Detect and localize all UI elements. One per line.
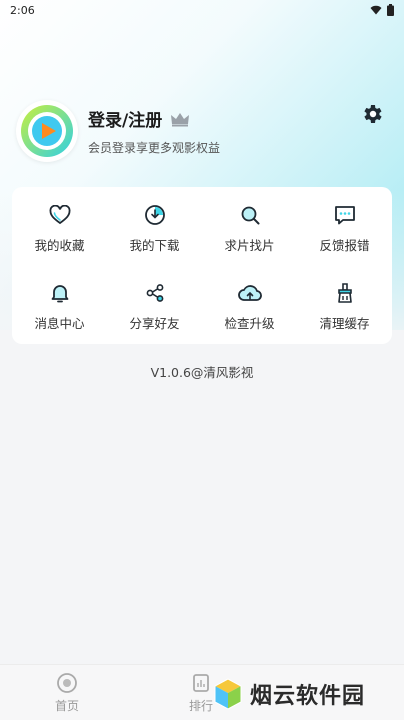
menu-item-downloads[interactable]: 我的下载 — [107, 189, 202, 267]
settings-button[interactable] — [358, 100, 386, 128]
bell-icon — [51, 284, 68, 302]
menu-item-label: 消息中心 — [34, 315, 85, 331]
status-bar: 2:06 — [0, 0, 404, 20]
menu-item-share[interactable]: 分享好友 — [107, 267, 202, 345]
heart-icon — [49, 204, 70, 224]
menu-card: 我的收藏 我的下载 求片找片 反馈报错 消息中心 分享好友 检查升级 清理缓存 — [12, 187, 392, 344]
menu-item-label: 我的收藏 — [34, 237, 85, 253]
battery-icon — [387, 4, 394, 16]
wifi-icon — [370, 5, 382, 15]
menu-item-check-update[interactable]: 检查升级 — [202, 267, 297, 345]
crown-icon — [171, 112, 190, 126]
watermark-text: 烟云软件园 — [250, 684, 366, 709]
watermark: 烟云软件园 — [212, 672, 365, 716]
upgrade-icon — [237, 284, 262, 301]
menu-item-label: 反馈报错 — [319, 237, 370, 253]
search-film-icon — [241, 206, 259, 224]
login-register-link[interactable]: 登录/注册 — [88, 106, 162, 131]
menu-item-label: 求片找片 — [224, 237, 275, 253]
profile-section[interactable]: 登录/注册 会员登录享更多观影权益 — [16, 98, 388, 164]
app-logo-icon — [21, 105, 73, 157]
menu-item-request-film[interactable]: 求片找片 — [202, 189, 297, 267]
feedback-icon — [334, 205, 355, 224]
menu-item-label: 我的下载 — [129, 237, 180, 253]
clean-cache-icon — [337, 282, 352, 303]
menu-item-label: 清理缓存 — [319, 315, 370, 331]
share-icon — [146, 283, 163, 302]
cube-logo-icon — [214, 678, 242, 710]
status-icons — [370, 4, 394, 16]
app-version: V1.0.6@清风影视 — [150, 365, 254, 380]
download-icon — [144, 204, 165, 225]
name-row: 登录/注册 — [88, 106, 388, 131]
user-info: 登录/注册 会员登录享更多观影权益 — [88, 106, 388, 156]
menu-item-messages[interactable]: 消息中心 — [12, 267, 107, 345]
home-icon — [57, 672, 77, 693]
member-subtitle: 会员登录享更多观影权益 — [88, 141, 221, 155]
menu-item-favorites[interactable]: 我的收藏 — [12, 189, 107, 267]
menu-item-label: 分享好友 — [129, 315, 180, 331]
menu-item-clear-cache[interactable]: 清理缓存 — [297, 267, 392, 345]
status-time: 2:06 — [10, 3, 35, 17]
menu-item-feedback[interactable]: 反馈报错 — [297, 189, 392, 267]
avatar[interactable] — [16, 100, 78, 162]
nav-tab-home[interactable]: 首页 — [0, 672, 134, 714]
gear-icon — [364, 105, 382, 123]
rank-icon — [193, 673, 209, 692]
nav-label: 首页 — [54, 698, 79, 713]
menu-item-label: 检查升级 — [224, 315, 275, 331]
nav-label: 排行 — [188, 698, 213, 713]
